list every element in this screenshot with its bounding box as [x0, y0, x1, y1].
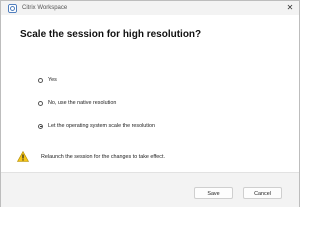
option-native-resolution[interactable]: No, use the native resolution [38, 100, 116, 106]
dialog-heading: Scale the session for high resolution? [20, 29, 202, 40]
warning-text: Relaunch the session for the changes to … [41, 153, 165, 160]
save-button[interactable]: Save [194, 187, 233, 199]
radio-yes[interactable] [38, 77, 43, 83]
citrix-icon [8, 4, 17, 13]
title-bar[interactable]: Citrix Workspace ✕ [1, 1, 299, 15]
option-os-scale[interactable]: Let the operating system scale the resol… [38, 123, 155, 129]
dialog-window: Citrix Workspace ✕ Scale the session for… [0, 0, 300, 207]
radio-os-scale[interactable] [38, 123, 43, 129]
close-button[interactable]: ✕ [284, 2, 296, 14]
option-yes[interactable]: Yes [38, 77, 57, 83]
radio-native-resolution[interactable] [38, 100, 43, 106]
warning-icon [17, 151, 29, 162]
dialog-footer: Save Cancel [1, 172, 299, 207]
option-yes-label: Yes [48, 77, 57, 83]
option-os-scale-label: Let the operating system scale the resol… [48, 123, 155, 129]
option-native-resolution-label: No, use the native resolution [48, 100, 117, 106]
cancel-button[interactable]: Cancel [243, 187, 282, 199]
warning-message: Relaunch the session for the changes to … [17, 151, 165, 162]
window-title: Citrix Workspace [22, 5, 68, 11]
